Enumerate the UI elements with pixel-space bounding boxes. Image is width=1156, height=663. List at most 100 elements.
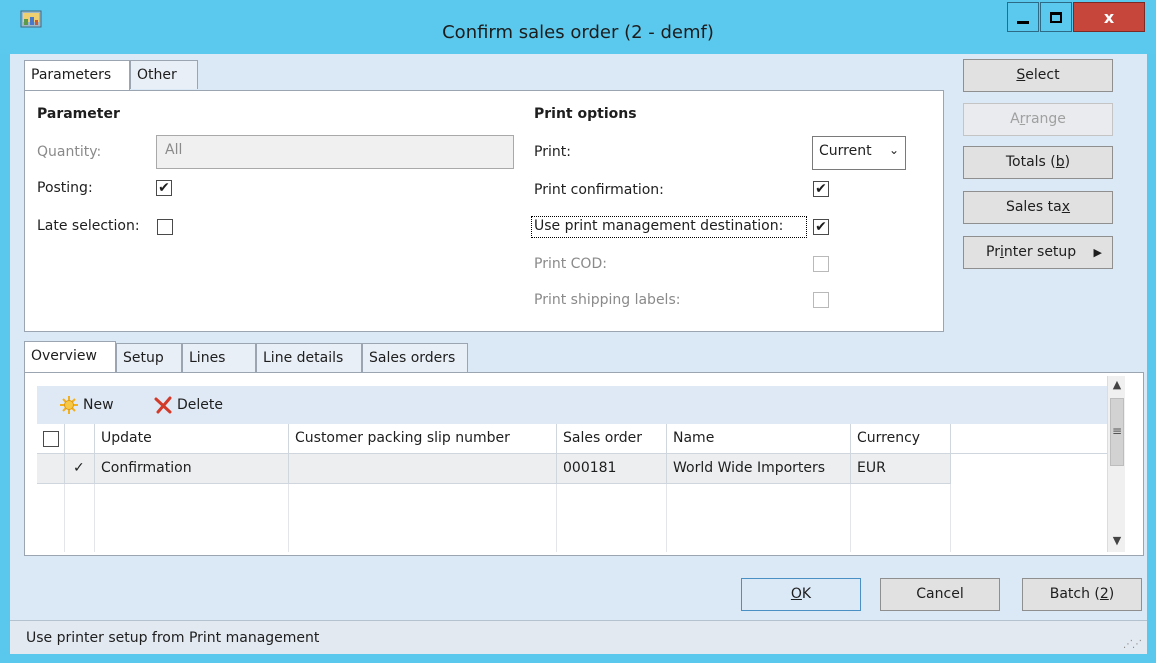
totals-button-label-post: ) <box>1064 154 1071 170</box>
resize-grip-icon[interactable]: ⋰⋰ <box>1123 639 1142 650</box>
tab-line-details[interactable]: Line details <box>256 343 362 372</box>
tab-sales-orders[interactable]: Sales orders <box>362 343 468 372</box>
caret-right-icon: ▶ <box>1093 246 1102 259</box>
printer-setup-label-pre: Pr <box>986 244 1000 260</box>
minimize-button[interactable] <box>1007 2 1039 32</box>
parameter-heading: Parameter <box>37 106 120 122</box>
parameters-panel <box>24 90 944 332</box>
tab-overview-label: Overview <box>31 348 97 364</box>
tab-setup-label: Setup <box>123 350 164 366</box>
maximize-icon <box>1050 11 1062 23</box>
quantity-label: Quantity: <box>37 144 102 160</box>
cell-currency[interactable]: EUR <box>851 454 951 484</box>
print-select-value: Current <box>819 143 872 159</box>
column-header-update[interactable]: Update <box>95 424 289 454</box>
dialog-window: Confirm sales order (2 - demf) x Paramet… <box>0 0 1156 663</box>
select-button[interactable]: Select <box>963 59 1113 92</box>
sales-tax-button-label-pre: Sales ta <box>1005 199 1062 215</box>
grid-column-guides <box>37 484 951 552</box>
sales-tax-button[interactable]: Sales tax <box>963 191 1113 224</box>
printer-setup-button[interactable]: Printer setup ▶ <box>963 236 1113 269</box>
arrange-button-label-post: range <box>1025 111 1066 127</box>
use-print-management-checkbox[interactable]: ✔ <box>813 219 829 235</box>
check-icon: ✔ <box>815 181 827 197</box>
batch-button-accesskey: 2 <box>1099 586 1109 602</box>
marker-column-header <box>65 424 95 454</box>
grid-toolbar: New Delete <box>37 386 1117 424</box>
maximize-button[interactable] <box>1040 2 1072 32</box>
column-header-currency[interactable]: Currency <box>851 424 951 454</box>
batch-button[interactable]: Batch (2) <box>1022 578 1142 611</box>
print-shipping-labels-checkbox[interactable] <box>813 292 829 308</box>
column-header-name[interactable]: Name <box>667 424 851 454</box>
close-button[interactable]: x <box>1073 2 1145 32</box>
delete-button-label: Delete <box>177 397 223 413</box>
print-cod-checkbox[interactable] <box>813 256 829 272</box>
minimize-icon <box>1017 20 1029 24</box>
totals-button-label-pre: Totals ( <box>1005 154 1056 170</box>
print-select[interactable]: Current ⌄ <box>812 136 906 170</box>
late-selection-checkbox[interactable] <box>157 219 173 235</box>
tab-parameters[interactable]: Parameters <box>24 60 130 91</box>
table-row[interactable]: ✓ Confirmation 000181 World Wide Importe… <box>37 454 951 484</box>
scroll-thumb[interactable]: ≡ <box>1110 398 1124 466</box>
cell-sales-order[interactable]: 000181 <box>557 454 667 484</box>
select-button-label-post: elect <box>1025 67 1060 83</box>
batch-button-label-post: ) <box>1108 586 1115 602</box>
tab-line-details-label: Line details <box>263 350 344 366</box>
tab-lines-label: Lines <box>189 350 226 366</box>
print-confirmation-checkbox[interactable]: ✔ <box>813 181 829 197</box>
printer-setup-label-post: nter setup <box>1003 244 1077 260</box>
delete-button[interactable]: Delete <box>153 394 223 416</box>
cell-name[interactable]: World Wide Importers <box>667 454 851 484</box>
delete-icon <box>154 396 172 414</box>
scroll-up-icon[interactable]: ▲ <box>1108 376 1126 394</box>
totals-button[interactable]: Totals (b) <box>963 146 1113 179</box>
tab-parameters-label: Parameters <box>31 67 112 83</box>
row-marker-icon: ✓ <box>65 454 95 484</box>
quantity-field[interactable]: All <box>156 135 514 169</box>
ok-button-label-post: K <box>801 586 812 602</box>
select-all-cell <box>37 424 65 454</box>
tab-other[interactable]: Other <box>130 60 198 89</box>
print-label: Print: <box>534 144 571 160</box>
tab-other-label: Other <box>137 67 177 83</box>
ok-button[interactable]: OK <box>741 578 861 611</box>
print-confirmation-label: Print confirmation: <box>534 182 664 198</box>
print-cod-label: Print COD: <box>534 256 607 272</box>
tab-setup[interactable]: Setup <box>116 343 182 372</box>
print-shipping-labels-label: Print shipping labels: <box>534 292 681 308</box>
close-icon: x <box>1103 7 1115 27</box>
select-button-accesskey: S <box>1016 67 1026 83</box>
arrange-button[interactable]: Arrange <box>963 103 1113 136</box>
use-print-management-label: Use print management destination: <box>534 218 784 234</box>
status-text: Use printer setup from Print management <box>26 630 320 646</box>
select-all-checkbox[interactable] <box>43 431 59 447</box>
totals-button-accesskey: b <box>1055 154 1065 170</box>
status-bar: Use printer setup from Print management … <box>10 620 1147 654</box>
cancel-button-label: Cancel <box>916 586 964 602</box>
cell-update[interactable]: Confirmation <box>95 454 289 484</box>
posting-label: Posting: <box>37 180 93 196</box>
column-header-packing-slip[interactable]: Customer packing slip number <box>289 424 557 454</box>
new-button[interactable]: New <box>59 394 114 416</box>
column-header-sales-order[interactable]: Sales order <box>557 424 667 454</box>
title-bar[interactable]: Confirm sales order (2 - demf) x <box>0 0 1156 54</box>
cancel-button[interactable]: Cancel <box>880 578 1000 611</box>
cell-packing-slip[interactable] <box>289 454 557 484</box>
print-options-heading: Print options <box>534 106 637 122</box>
scroll-down-icon[interactable]: ▼ <box>1108 532 1126 550</box>
tab-sales-orders-label: Sales orders <box>369 350 456 366</box>
ok-button-accesskey: O <box>790 586 802 602</box>
grid-scrollbar[interactable]: ▲ ≡ ▼ <box>1107 376 1125 552</box>
tab-overview[interactable]: Overview <box>24 341 116 372</box>
arrange-button-label-pre: A <box>1010 111 1020 127</box>
row-select-cell[interactable] <box>37 454 65 484</box>
sales-tax-button-accesskey: x <box>1061 199 1071 215</box>
late-selection-label: Late selection: <box>37 218 140 234</box>
check-icon: ✔ <box>815 219 827 235</box>
grid-header: Update Customer packing slip number Sale… <box>37 424 1117 454</box>
window-title: Confirm sales order (2 - demf) <box>442 22 714 43</box>
posting-checkbox[interactable]: ✔ <box>156 180 172 196</box>
tab-lines[interactable]: Lines <box>182 343 256 372</box>
